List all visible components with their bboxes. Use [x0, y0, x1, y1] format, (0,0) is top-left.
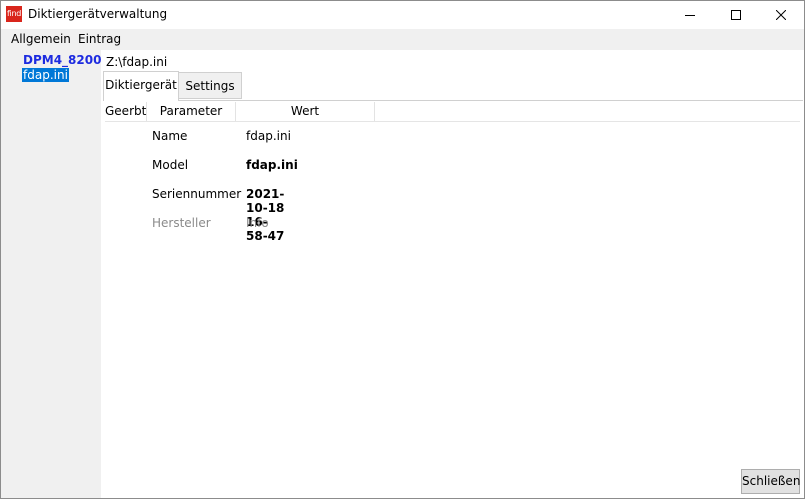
- tree-item-device[interactable]: DPM4_8200: [23, 53, 101, 67]
- title-bar[interactable]: find Diktiergerätverwaltung: [1, 1, 804, 29]
- property-name: Hersteller: [152, 216, 211, 230]
- property-name: Seriennummer: [152, 187, 242, 201]
- tab-diktiergeraet[interactable]: Diktiergerät: [103, 71, 179, 101]
- menu-item-allgemein[interactable]: Allgemein: [11, 32, 71, 46]
- column-header-geerbt[interactable]: Geerbt: [105, 102, 147, 121]
- menu-item-eintrag[interactable]: Eintrag: [78, 32, 121, 46]
- close-button[interactable]: Schließen: [741, 469, 800, 494]
- property-value: fdap.ini: [246, 129, 291, 143]
- close-window-button[interactable]: [758, 1, 804, 29]
- minimize-icon: [685, 15, 695, 16]
- property-value: 2021-10-18 16-58-47: [246, 187, 285, 243]
- tree-item-selected-file[interactable]: fdap.ini: [22, 68, 69, 82]
- minimize-button[interactable]: [667, 1, 713, 29]
- app-logo-icon: find: [6, 6, 22, 22]
- menu-bar: Allgemein Eintrag: [1, 29, 804, 50]
- property-name: Name: [152, 129, 188, 143]
- app-window: find Diktiergerätverwaltung Allgemein Ei…: [0, 0, 805, 499]
- property-value: Info: [246, 216, 269, 230]
- maximize-button[interactable]: [713, 1, 759, 29]
- file-path: Z:\fdap.ini: [106, 55, 168, 69]
- column-header-wert[interactable]: Wert: [236, 102, 375, 121]
- property-value: fdap.ini: [246, 158, 298, 172]
- maximize-icon: [731, 10, 741, 20]
- close-icon: [776, 10, 786, 20]
- tab-divider: [103, 100, 803, 101]
- property-name: Model: [152, 158, 189, 172]
- device-tree: DPM4_8200 fdap.ini: [1, 50, 101, 498]
- column-header-parameter[interactable]: Parameter: [147, 102, 236, 121]
- tab-settings[interactable]: Settings: [179, 72, 242, 99]
- header-divider: [105, 121, 800, 122]
- window-title: Diktiergerätverwaltung: [28, 7, 168, 21]
